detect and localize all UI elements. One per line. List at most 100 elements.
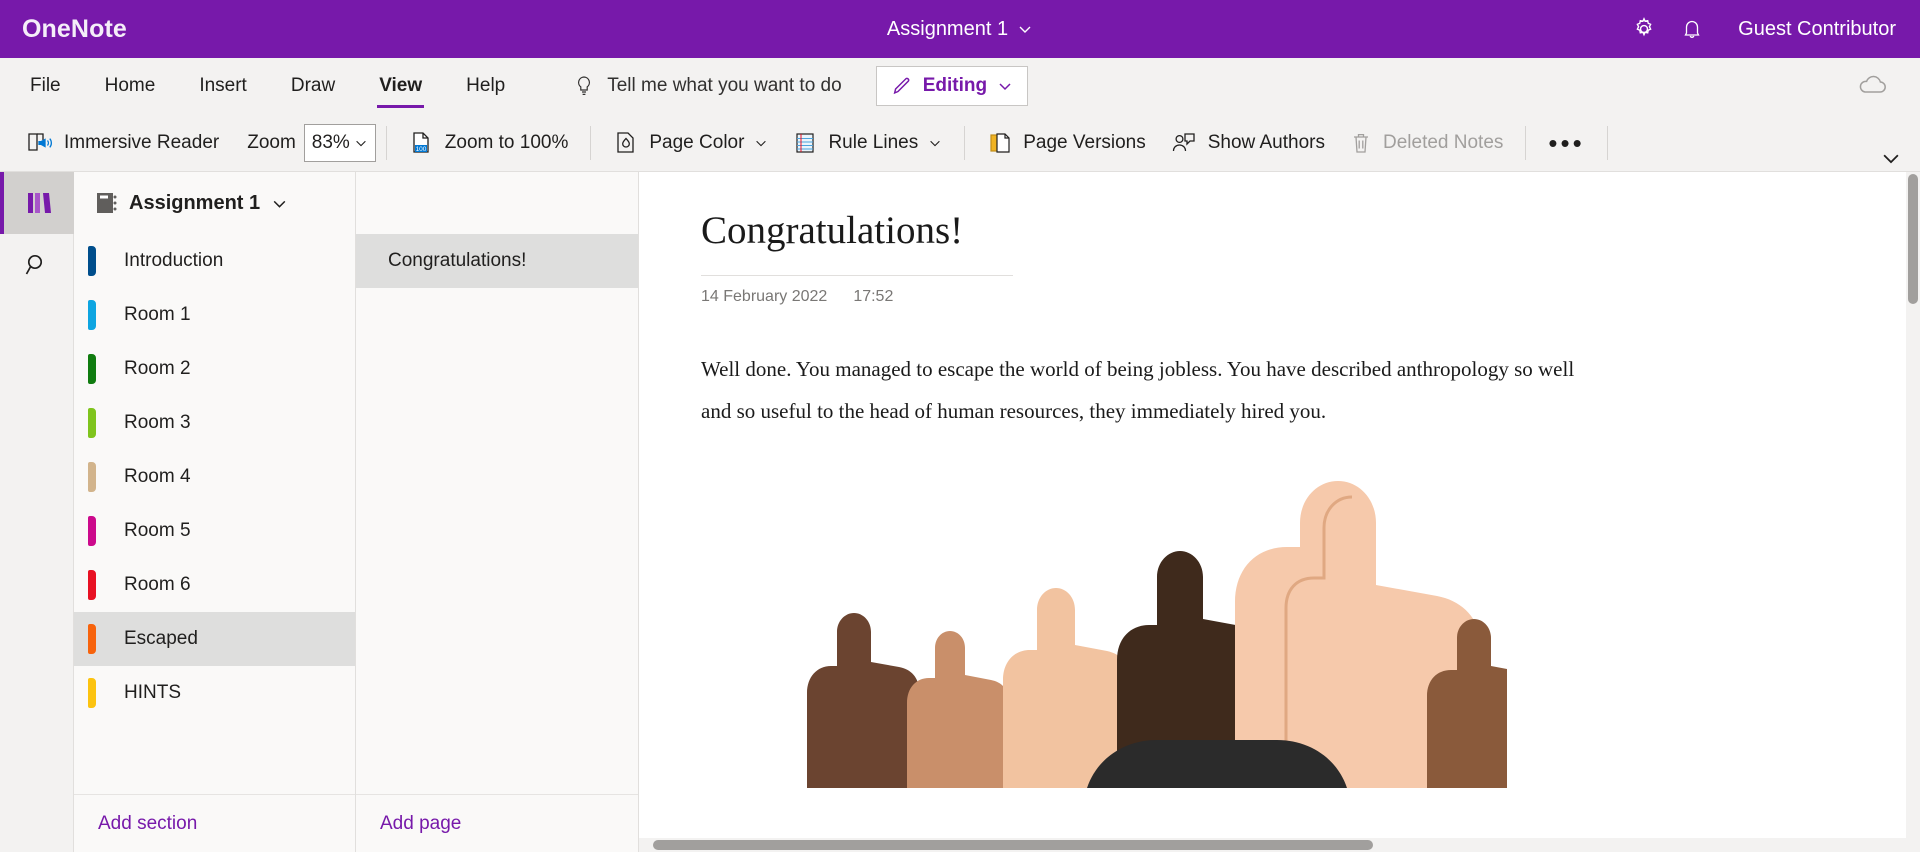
divider [385, 125, 387, 160]
immersive-reader-button[interactable]: Immersive Reader [14, 121, 231, 165]
app-brand: OneNote [22, 14, 127, 43]
notebook-picker[interactable]: Assignment 1 [74, 172, 355, 234]
ellipsis-icon: ••• [1548, 127, 1585, 158]
title-bar: OneNote Assignment 1 Guest Contributor [0, 0, 1920, 58]
section-item-hints[interactable]: HINTS [74, 666, 355, 720]
editing-mode-button[interactable]: Editing [875, 66, 1029, 106]
section-color-swatch [88, 408, 96, 438]
page-color-label: Page Color [649, 131, 745, 153]
bell-icon[interactable] [1668, 5, 1716, 53]
chevron-down-icon [271, 195, 288, 212]
vertical-scrollbar-thumb[interactable] [1908, 174, 1918, 304]
section-item-room-1[interactable]: Room 1 [74, 288, 355, 342]
zoom-value: 83% [311, 131, 350, 153]
zoom-to-100-label: Zoom to 100% [444, 131, 569, 153]
horizontal-scrollbar-thumb[interactable] [653, 840, 1373, 850]
deleted-notes-label: Deleted Notes [1383, 131, 1504, 153]
search-icon[interactable] [0, 234, 74, 296]
pages-panel: Congratulations! Add page [356, 172, 639, 852]
section-item-room-2[interactable]: Room 2 [74, 342, 355, 396]
page-versions-label: Page Versions [1023, 131, 1146, 153]
section-label: Room 5 [124, 520, 191, 541]
rule-lines-icon [792, 130, 818, 156]
thumbs-up-hands-photo[interactable] [787, 477, 1507, 788]
chevron-down-icon[interactable] [1017, 21, 1033, 37]
divider [1606, 125, 1608, 160]
zoom-to-100-button[interactable]: 100 Zoom to 100% [397, 121, 581, 165]
section-item-introduction[interactable]: Introduction [74, 234, 355, 288]
page-versions-button[interactable]: Page Versions [975, 121, 1158, 165]
vertical-scrollbar[interactable] [1906, 172, 1920, 852]
section-item-escaped[interactable]: Escaped [74, 612, 355, 666]
section-item-room-6[interactable]: Room 6 [74, 558, 355, 612]
add-page-button[interactable]: Add page [356, 794, 638, 852]
page-color-icon [613, 130, 639, 156]
collapse-ribbon-button[interactable] [1880, 147, 1902, 169]
divider [590, 125, 592, 160]
divider [1525, 125, 1527, 160]
section-color-swatch [88, 300, 96, 330]
notebooks-icon[interactable] [0, 172, 74, 234]
show-authors-button[interactable]: Show Authors [1158, 121, 1337, 165]
tab-insert[interactable]: Insert [177, 58, 269, 114]
ribbon-toolbar: Immersive Reader Zoom 83% 100 Zoom to 10… [0, 114, 1920, 172]
section-color-swatch [88, 570, 96, 600]
notebook-icon [94, 190, 118, 216]
page-date: 14 February 2022 [701, 287, 828, 305]
tab-file[interactable]: File [8, 58, 83, 114]
menu-bar: File Home Insert Draw View Help Tell me … [0, 58, 1920, 114]
sections-panel: Assignment 1 Introduction Room 1 Room 2 … [74, 172, 356, 852]
menu-bar-right [1856, 73, 1920, 99]
section-label: Escaped [124, 628, 198, 649]
section-color-swatch [88, 246, 96, 276]
add-section-button[interactable]: Add section [74, 794, 355, 852]
page-color-button[interactable]: Page Color [601, 121, 780, 165]
immersive-reader-label: Immersive Reader [64, 131, 220, 153]
rule-lines-button[interactable]: Rule Lines [780, 121, 954, 165]
chevron-down-icon [754, 136, 768, 150]
section-label: Room 4 [124, 466, 191, 487]
page-title[interactable]: Congratulations! [701, 209, 1920, 253]
tab-help[interactable]: Help [444, 58, 527, 114]
show-authors-label: Show Authors [1207, 131, 1325, 153]
lightbulb-icon [573, 74, 595, 98]
section-color-swatch [88, 624, 96, 654]
immersive-reader-icon [26, 130, 54, 156]
tab-draw[interactable]: Draw [269, 58, 357, 114]
page-list: Congratulations! [356, 234, 638, 794]
title-divider [701, 274, 1013, 276]
section-color-swatch [88, 354, 96, 384]
page-time: 17:52 [853, 287, 894, 305]
pages-panel-header [356, 172, 638, 234]
zoom-select[interactable]: 83% [303, 123, 376, 162]
page-canvas[interactable]: Congratulations! 14 February 2022 17:52 … [639, 172, 1920, 852]
cloud-sync-icon[interactable] [1856, 73, 1890, 99]
left-rail [0, 172, 74, 852]
zoom-to-100-icon: 100 [409, 130, 435, 156]
ribbon-overflow-button[interactable]: ••• [1536, 121, 1596, 165]
section-label: Room 2 [124, 358, 191, 379]
tab-home[interactable]: Home [83, 58, 178, 114]
rule-lines-label: Rule Lines [828, 131, 919, 153]
gear-icon[interactable] [1620, 5, 1668, 53]
pencil-icon [891, 75, 913, 97]
page-item-congratulations[interactable]: Congratulations! [356, 234, 638, 288]
divider [964, 125, 966, 160]
chevron-down-icon [997, 78, 1013, 94]
trash-icon [1349, 130, 1373, 156]
section-item-room-5[interactable]: Room 5 [74, 504, 355, 558]
page-body-paragraph[interactable]: Well done. You managed to escape the wor… [701, 348, 1581, 432]
section-label: Room 1 [124, 304, 191, 325]
horizontal-scrollbar[interactable] [639, 838, 1906, 852]
section-label: HINTS [124, 682, 181, 703]
user-name[interactable]: Guest Contributor [1738, 18, 1896, 41]
tab-view[interactable]: View [357, 58, 444, 114]
section-color-swatch [88, 678, 96, 708]
editing-label: Editing [922, 75, 988, 96]
section-item-room-4[interactable]: Room 4 [74, 450, 355, 504]
section-label: Room 6 [124, 574, 191, 595]
tell-me-search[interactable]: Tell me what you want to do [573, 74, 842, 98]
svg-text:100: 100 [415, 146, 426, 153]
page-timestamp: 14 February 2022 17:52 [701, 288, 1920, 306]
section-item-room-3[interactable]: Room 3 [74, 396, 355, 450]
